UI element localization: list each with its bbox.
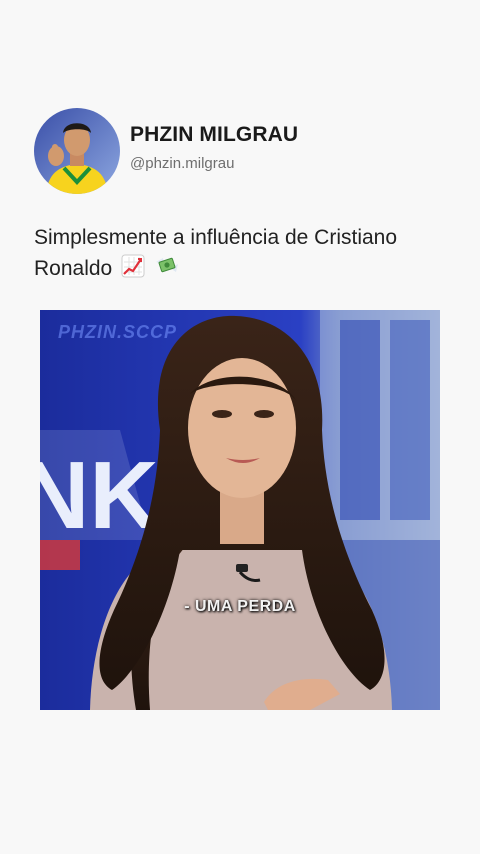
avatar[interactable] [34,108,120,194]
post-header: PHZIN MILGRAU @phzin.milgrau [34,108,298,194]
user-handle[interactable]: @phzin.milgrau [130,155,298,172]
video-subtitle: - UMA PERDA [184,598,296,615]
avatar-image [34,108,120,194]
money-with-wings-icon [154,254,180,287]
video-watermark: PHZIN.SCCP [58,322,178,342]
tweet-screenshot: PHZIN MILGRAU @phzin.milgrau Simplesment… [0,0,480,854]
display-name[interactable]: PHZIN MILGRAU [130,123,298,147]
caption-text: Simplesmente a influência de Cristiano R… [34,226,398,280]
video-player[interactable]: NK PHZIN.SCCP - UMA PERDA [40,310,440,710]
svg-text:NK: NK [40,442,159,549]
post-caption: Simplesmente a influência de Cristiano R… [34,222,454,287]
author-names: PHZIN MILGRAU @phzin.milgrau [130,123,298,172]
video-frame: NK [40,310,440,710]
chart-increasing-icon [121,254,145,287]
